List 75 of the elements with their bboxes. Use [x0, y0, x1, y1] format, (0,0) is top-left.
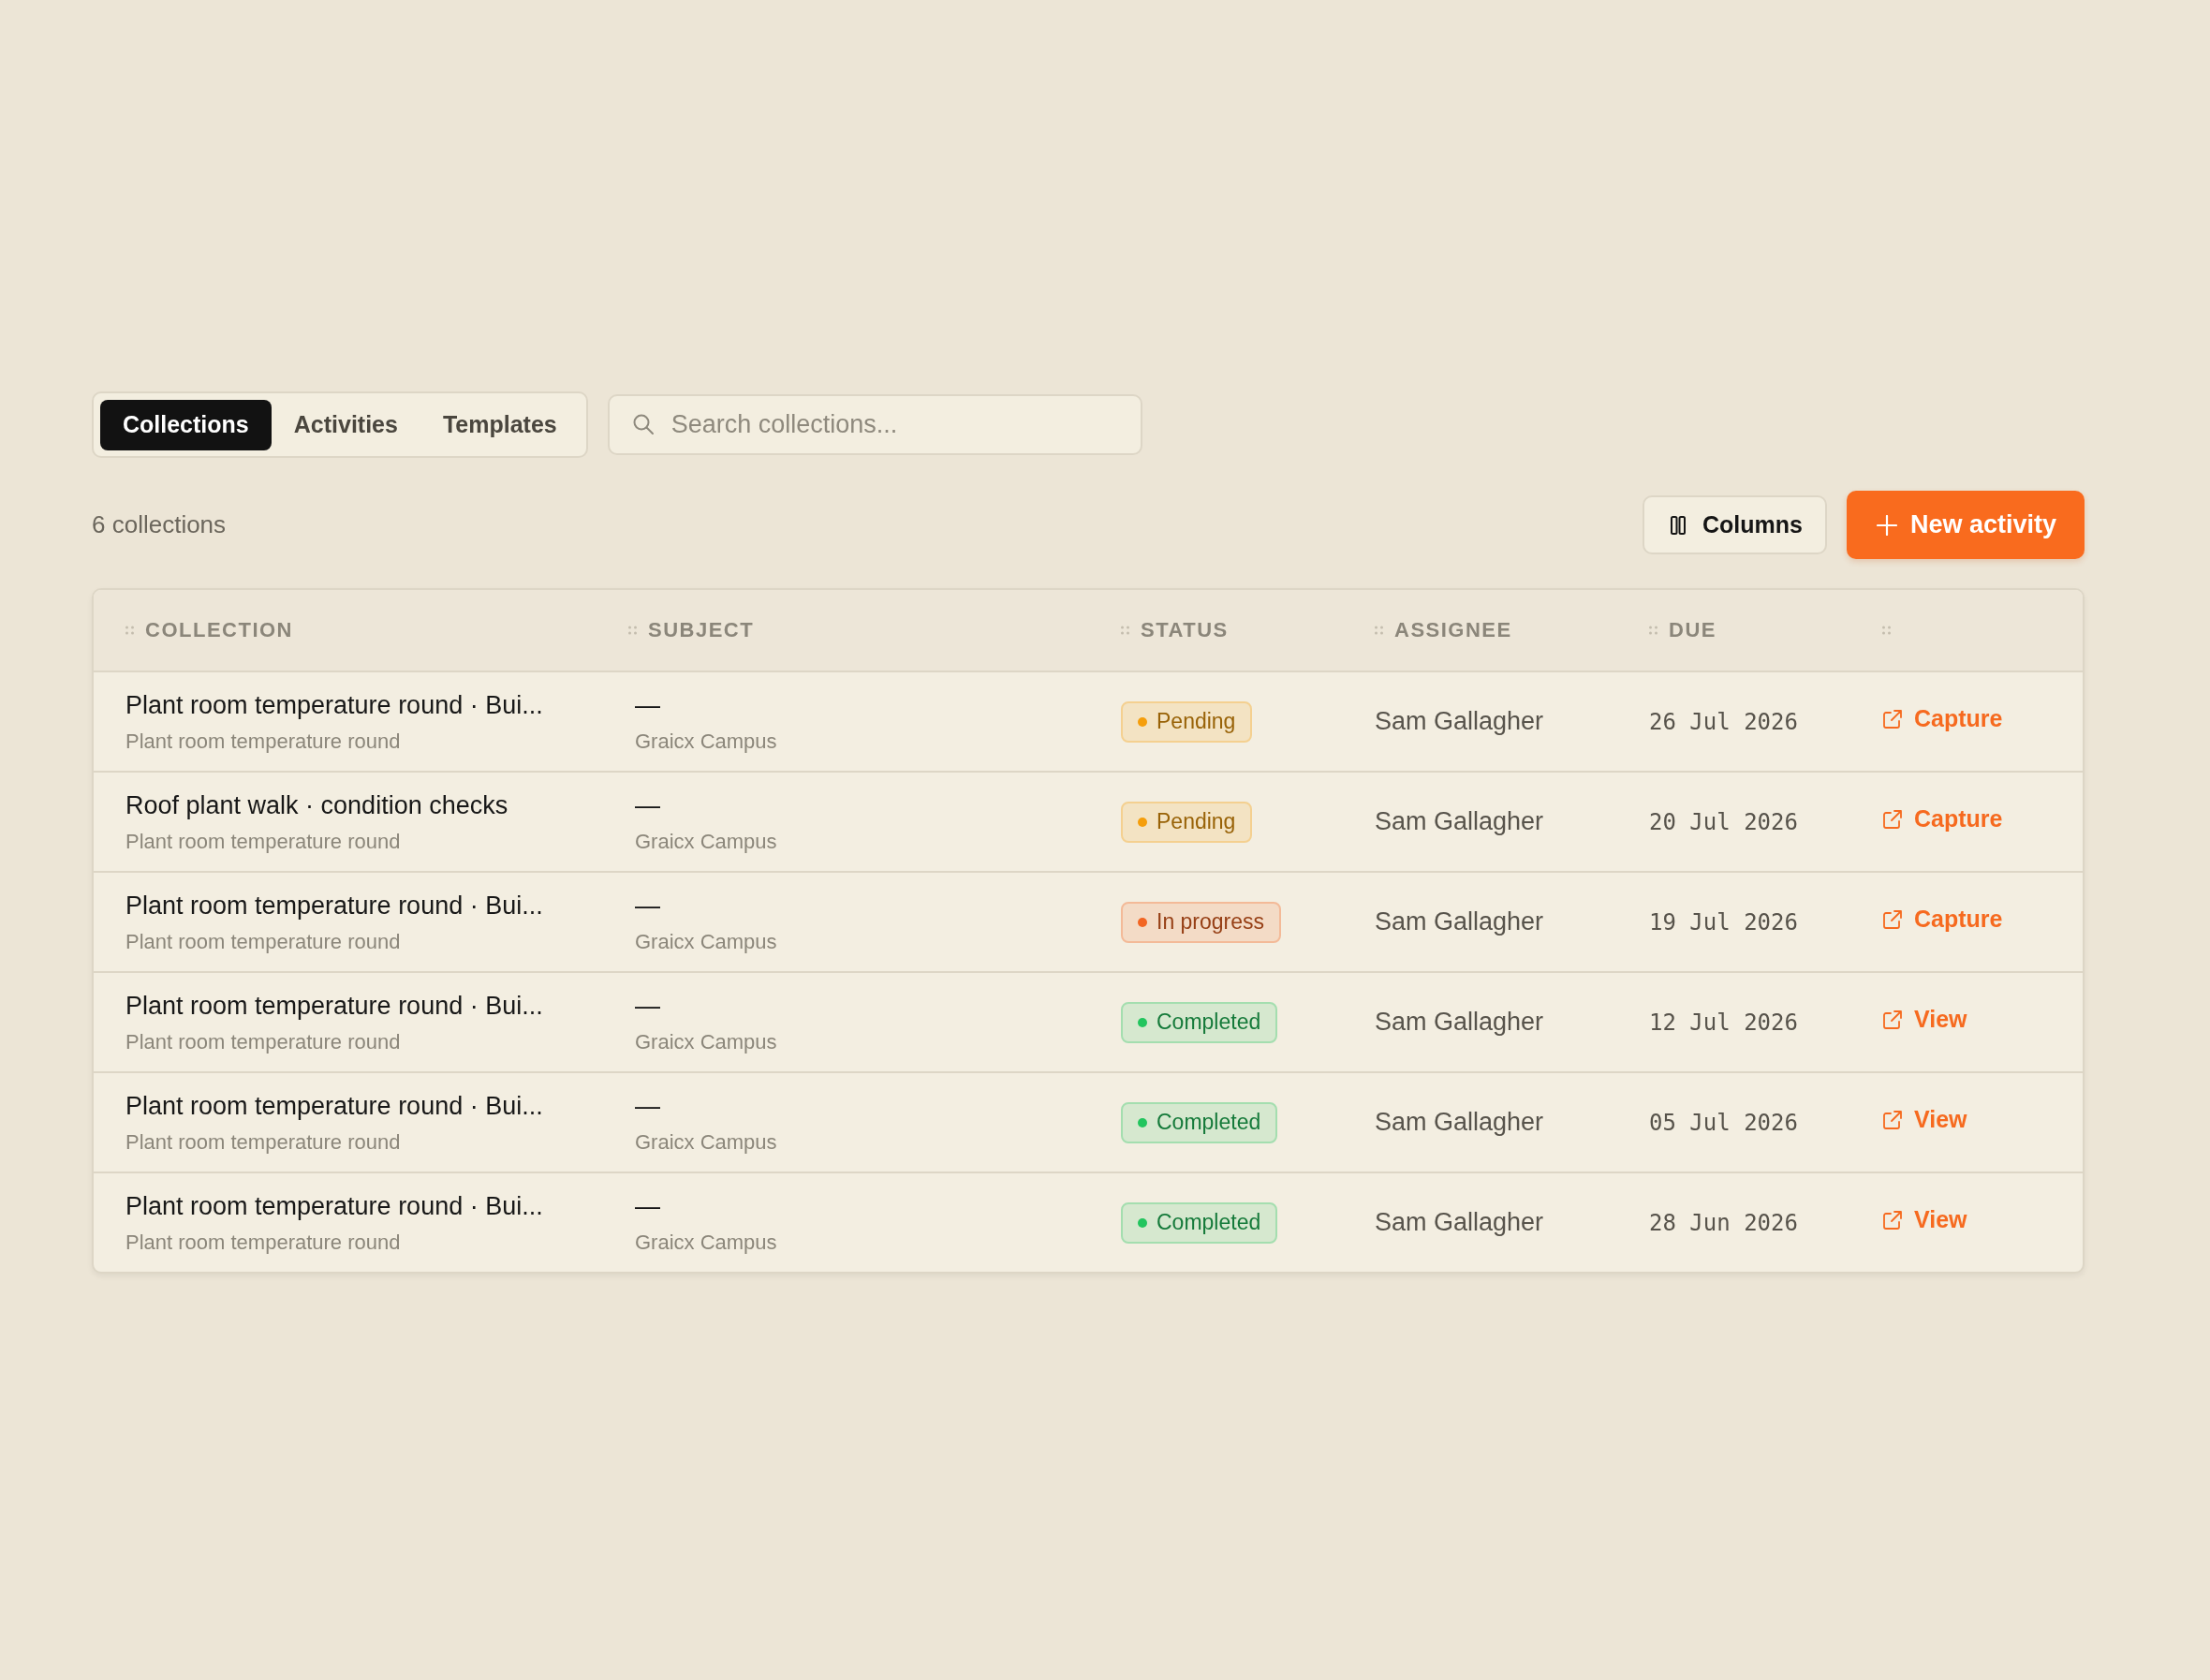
collection-subtitle: Plant room temperature round — [125, 1230, 401, 1255]
subject-value: — — [635, 689, 660, 720]
columns-icon — [1670, 515, 1686, 535]
due-date: 20 Jul 2026 — [1649, 808, 1798, 835]
assignee-name: Sam Gallagher — [1375, 1208, 1544, 1237]
action-link[interactable]: View — [1882, 1006, 1967, 1033]
drag-handle-icon[interactable] — [125, 626, 134, 635]
external-link-icon — [1882, 1209, 1903, 1231]
collection-count: 6 collections — [92, 510, 227, 539]
action-link[interactable]: Capture — [1882, 906, 2003, 933]
subject-value: — — [635, 1190, 660, 1221]
subject-location: Graicx Campus — [635, 829, 777, 854]
external-link-icon — [1882, 808, 1903, 830]
collection-subtitle: Plant room temperature round — [125, 929, 401, 954]
external-link-icon — [1882, 908, 1903, 930]
search-icon — [631, 413, 655, 435]
search-field[interactable]: Search collections... — [607, 394, 1142, 455]
status-label: In progress — [1157, 909, 1265, 935]
subject-location: Graicx Campus — [635, 1230, 777, 1255]
drag-handle-icon[interactable] — [1649, 626, 1658, 635]
drag-handle-icon[interactable] — [628, 626, 637, 635]
external-link-icon — [1882, 708, 1903, 729]
due-date: 12 Jul 2026 — [1649, 1009, 1798, 1036]
column-header: SUBJECT — [648, 618, 755, 642]
subject-value: — — [635, 1090, 660, 1121]
column-header: ASSIGNEE — [1394, 618, 1512, 642]
subject-value: — — [635, 789, 660, 820]
due-date: 19 Jul 2026 — [1649, 908, 1798, 936]
tab[interactable]: Templates — [420, 399, 580, 450]
subject-location: Graicx Campus — [635, 929, 777, 954]
column-header: STATUS — [1141, 618, 1229, 642]
collection-subtitle: Plant room temperature round — [125, 1129, 401, 1155]
action-link[interactable]: Capture — [1882, 805, 2003, 833]
assignee-name: Sam Gallagher — [1375, 1008, 1544, 1037]
status-label: Completed — [1157, 1210, 1261, 1235]
collection-title: Roof plant walk · condition checks — [125, 789, 508, 820]
collection-subtitle: Plant room temperature round — [125, 729, 401, 754]
collection-subtitle: Plant room temperature round — [125, 1029, 401, 1054]
assignee-name: Sam Gallagher — [1375, 807, 1544, 836]
status-label: Pending — [1157, 809, 1236, 834]
subject-location: Graicx Campus — [635, 1029, 777, 1054]
assignee-name: Sam Gallagher — [1375, 907, 1544, 936]
external-link-icon — [1882, 1009, 1903, 1030]
tab[interactable]: Activities — [271, 399, 420, 450]
action-link[interactable]: View — [1882, 1206, 1967, 1233]
collection-title: Plant room temperature round · Bui... — [125, 1190, 543, 1221]
columns-button[interactable]: Columns — [1642, 495, 1827, 554]
plus-icon — [1876, 514, 1897, 536]
new-activity-button[interactable]: New activity — [1846, 491, 2085, 559]
collection-title: Plant room temperature round · Bui... — [125, 990, 543, 1021]
drag-handle-icon[interactable] — [1882, 626, 1891, 635]
status-label: Pending — [1157, 709, 1236, 734]
status-label: Completed — [1157, 1009, 1261, 1035]
column-header: COLLECTION — [145, 618, 293, 642]
drag-handle-icon[interactable] — [1375, 626, 1383, 635]
due-date: 05 Jul 2026 — [1649, 1109, 1798, 1136]
due-date: 26 Jul 2026 — [1649, 708, 1798, 735]
assignee-name: Sam Gallagher — [1375, 707, 1544, 736]
collection-title: Plant room temperature round · Bui... — [125, 1090, 543, 1121]
collection-title: Plant room temperature round · Bui... — [125, 890, 543, 921]
subject-value: — — [635, 890, 660, 921]
collection-subtitle: Plant room temperature round — [125, 829, 401, 854]
subject-location: Graicx Campus — [635, 1129, 777, 1155]
external-link-icon — [1882, 1109, 1903, 1130]
status-label: Completed — [1157, 1110, 1261, 1135]
assignee-name: Sam Gallagher — [1375, 1108, 1544, 1137]
tab[interactable]: Collections — [100, 399, 272, 450]
drag-handle-icon[interactable] — [1121, 626, 1129, 635]
due-date: 28 Jun 2026 — [1649, 1209, 1798, 1236]
collection-title: Plant room temperature round · Bui... — [125, 689, 543, 720]
column-header: DUE — [1669, 618, 1716, 642]
action-link[interactable]: View — [1882, 1106, 1967, 1133]
subject-location: Graicx Campus — [635, 729, 777, 754]
subject-value: — — [635, 990, 660, 1021]
action-link[interactable]: Capture — [1882, 705, 2003, 732]
